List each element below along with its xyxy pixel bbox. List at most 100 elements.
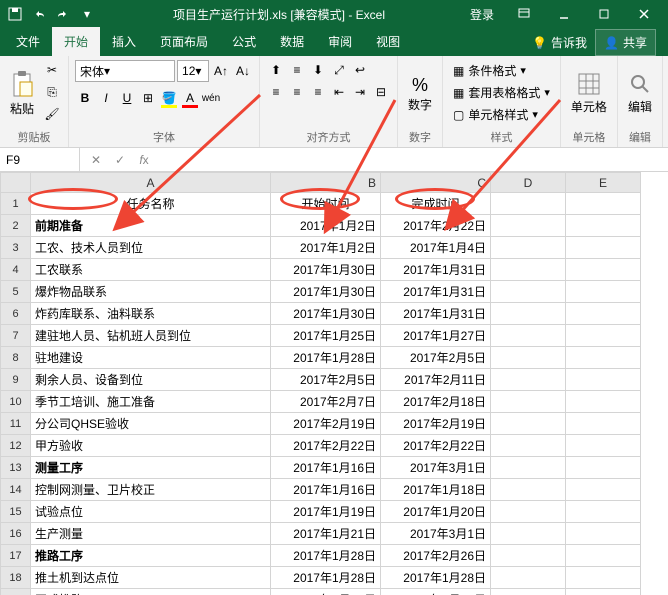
cell[interactable]: [566, 545, 641, 567]
cell[interactable]: [566, 303, 641, 325]
cell[interactable]: 2017年2月22日: [381, 215, 491, 237]
col-header[interactable]: D: [491, 173, 566, 193]
cell[interactable]: [566, 215, 641, 237]
cell[interactable]: 前期准备: [31, 215, 271, 237]
cell[interactable]: [566, 325, 641, 347]
cell[interactable]: 2017年2月5日: [381, 347, 491, 369]
cell[interactable]: 2017年1月30日: [271, 281, 381, 303]
table-row[interactable]: 14控制网测量、卫片校正2017年1月16日2017年1月18日: [1, 479, 641, 501]
cell[interactable]: 2017年2月11日: [381, 369, 491, 391]
table-row[interactable]: 15试验点位2017年1月19日2017年1月20日: [1, 501, 641, 523]
cell[interactable]: [566, 347, 641, 369]
italic-button[interactable]: I: [96, 88, 116, 108]
orientation-icon[interactable]: ⤢: [329, 60, 349, 80]
row-header[interactable]: 3: [1, 237, 31, 259]
cell[interactable]: 2017年3月1日: [381, 457, 491, 479]
copy-icon[interactable]: ⎘: [42, 82, 62, 102]
table-row[interactable]: 7建驻地人员、钻机班人员到位2017年1月25日2017年1月27日: [1, 325, 641, 347]
cell[interactable]: 2017年1月28日: [271, 567, 381, 589]
table-row[interactable]: 11分公司QHSE验收2017年2月19日2017年2月19日: [1, 413, 641, 435]
redo-icon[interactable]: [52, 3, 74, 25]
merge-button[interactable]: ⊟: [371, 82, 391, 102]
row-header[interactable]: 7: [1, 325, 31, 347]
increase-indent-icon[interactable]: ⇥: [350, 82, 370, 102]
cell[interactable]: 2017年1月28日: [271, 545, 381, 567]
cell[interactable]: 2017年1月2日: [271, 215, 381, 237]
table-row[interactable]: 6炸药库联系、油料联系2017年1月30日2017年1月31日: [1, 303, 641, 325]
cell[interactable]: 控制网测量、卫片校正: [31, 479, 271, 501]
align-middle-icon[interactable]: ≡: [287, 60, 307, 80]
cell[interactable]: 2017年1月29日: [271, 589, 381, 595]
row-header[interactable]: 4: [1, 259, 31, 281]
formula-input[interactable]: [160, 148, 668, 171]
cell[interactable]: 开始时间: [271, 193, 381, 215]
border-button[interactable]: ⊞: [138, 88, 158, 108]
row-header[interactable]: 14: [1, 479, 31, 501]
row-header[interactable]: 15: [1, 501, 31, 523]
cell[interactable]: [566, 259, 641, 281]
table-row[interactable]: 1任务名称开始时间完成时间: [1, 193, 641, 215]
fill-color-button[interactable]: 🪣: [159, 88, 179, 108]
minimize-icon[interactable]: [544, 0, 584, 28]
col-header[interactable]: B: [271, 173, 381, 193]
cell[interactable]: 2017年1月31日: [381, 281, 491, 303]
share-button[interactable]: 👤共享: [595, 29, 656, 56]
cell[interactable]: 试验点位: [31, 501, 271, 523]
cell[interactable]: 2017年1月21日: [271, 523, 381, 545]
cell[interactable]: 爆炸物品联系: [31, 281, 271, 303]
save-icon[interactable]: [4, 3, 26, 25]
cancel-icon[interactable]: ✕: [86, 150, 106, 170]
row-header[interactable]: 1: [1, 193, 31, 215]
cell[interactable]: 季节工培训、施工准备: [31, 391, 271, 413]
bold-button[interactable]: B: [75, 88, 95, 108]
align-bottom-icon[interactable]: ⬇: [308, 60, 328, 80]
row-header[interactable]: 17: [1, 545, 31, 567]
cell[interactable]: [491, 369, 566, 391]
col-header[interactable]: C: [381, 173, 491, 193]
cell[interactable]: [566, 369, 641, 391]
cell[interactable]: 测量工序: [31, 457, 271, 479]
cell[interactable]: 推土机到达点位: [31, 567, 271, 589]
align-left-icon[interactable]: ≡: [266, 82, 286, 102]
table-row[interactable]: 16生产测量2017年1月21日2017年3月1日: [1, 523, 641, 545]
cell[interactable]: 工农联系: [31, 259, 271, 281]
close-icon[interactable]: [624, 0, 664, 28]
col-header[interactable]: E: [566, 173, 641, 193]
row-header[interactable]: 16: [1, 523, 31, 545]
tab-review[interactable]: 审阅: [316, 27, 364, 56]
cell[interactable]: [491, 391, 566, 413]
font-name-select[interactable]: 宋体 ▾: [75, 60, 175, 82]
cell[interactable]: 2017年2月26日: [381, 545, 491, 567]
phonetic-button[interactable]: wén: [201, 88, 221, 108]
cell[interactable]: [566, 479, 641, 501]
cell[interactable]: 正式推路: [31, 589, 271, 595]
row-header[interactable]: 5: [1, 281, 31, 303]
table-row[interactable]: 8驻地建设2017年1月28日2017年2月5日: [1, 347, 641, 369]
cell[interactable]: [566, 501, 641, 523]
underline-button[interactable]: U: [117, 88, 137, 108]
cut-icon[interactable]: ✂: [42, 60, 62, 80]
cell[interactable]: 2017年2月5日: [271, 369, 381, 391]
login-button[interactable]: 登录: [460, 6, 504, 23]
cell[interactable]: [491, 259, 566, 281]
row-header[interactable]: 19: [1, 589, 31, 595]
cell[interactable]: 2017年1月28日: [381, 567, 491, 589]
cell[interactable]: 2017年2月26日: [381, 589, 491, 595]
cell[interactable]: 2017年1月20日: [381, 501, 491, 523]
cell[interactable]: [491, 193, 566, 215]
cell[interactable]: [566, 435, 641, 457]
cell[interactable]: 2017年2月22日: [381, 435, 491, 457]
row-header[interactable]: 2: [1, 215, 31, 237]
cell[interactable]: 推路工序: [31, 545, 271, 567]
tab-file[interactable]: 文件: [4, 27, 52, 56]
cell[interactable]: [566, 413, 641, 435]
cell[interactable]: 2017年1月31日: [381, 259, 491, 281]
table-row[interactable]: 19正式推路2017年1月29日2017年2月26日: [1, 589, 641, 595]
cell[interactable]: [491, 545, 566, 567]
cell[interactable]: 2017年1月4日: [381, 237, 491, 259]
cell[interactable]: [491, 413, 566, 435]
cell[interactable]: [491, 281, 566, 303]
cell-styles-button[interactable]: ▢单元格样式 ▾: [449, 104, 554, 125]
table-row[interactable]: 17推路工序2017年1月28日2017年2月26日: [1, 545, 641, 567]
tab-insert[interactable]: 插入: [100, 27, 148, 56]
